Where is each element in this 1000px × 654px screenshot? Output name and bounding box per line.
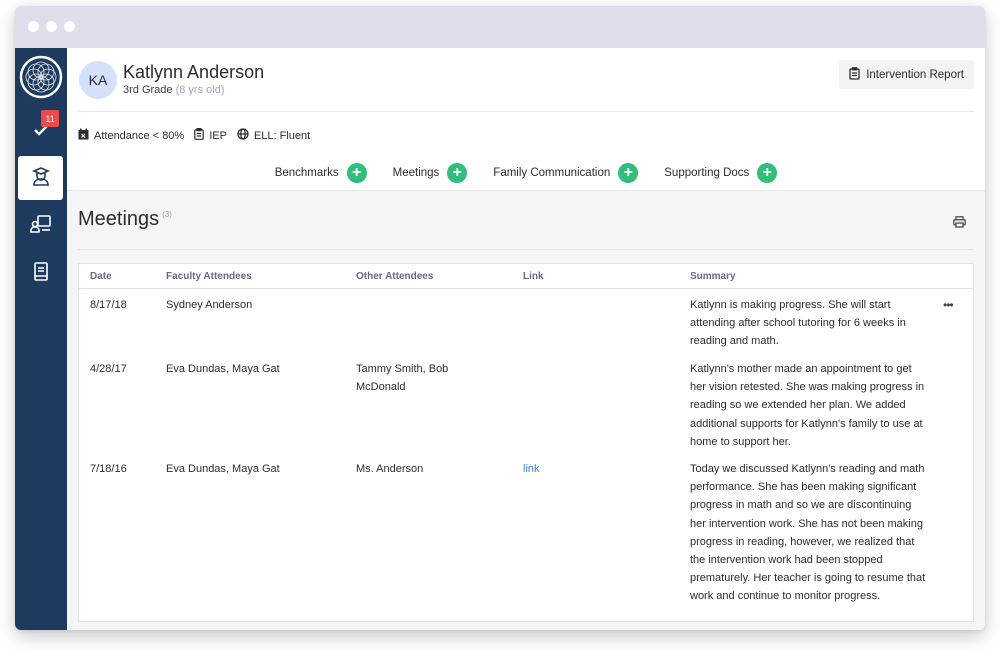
tab-meetings[interactable]: Meetings + (393, 163, 468, 183)
calendar-x-icon (78, 128, 89, 143)
meetings-section: Meetings (3) Date Faculty Attendees Other… (78, 191, 974, 630)
column-header-link[interactable]: Link (523, 271, 544, 282)
add-family-communication-button[interactable]: + (618, 163, 639, 183)
tab-supporting-docs[interactable]: Supporting Docs + (664, 163, 778, 183)
column-header-other[interactable]: Other Attendees (356, 271, 476, 282)
tag-attendance: Attendance < 80% (78, 128, 184, 143)
tab-label: Meetings (392, 167, 440, 179)
window-dot[interactable] (46, 21, 57, 32)
window-dot[interactable] (64, 21, 75, 32)
grade-label: 3rd Grade (123, 84, 173, 96)
cell-link[interactable]: link (523, 460, 540, 478)
window-dot[interactable] (28, 21, 39, 32)
tab-label: Supporting Docs (664, 167, 750, 179)
presenter-board-icon (29, 214, 52, 239)
mandala-logo-icon[interactable] (19, 55, 63, 99)
cell-other: Tammy Smith, Bob McDonald (356, 363, 449, 394)
tab-family-communication[interactable]: Family Communication + (493, 163, 639, 183)
avatar: KA (79, 61, 117, 99)
section-tabs: Benchmarks + Meetings + Family Communica… (67, 156, 985, 191)
clipboard-icon (849, 66, 860, 83)
cell-faculty: Sydney Anderson (166, 299, 253, 311)
print-icon[interactable] (953, 215, 966, 233)
section-count: (3) (162, 210, 172, 220)
more-options-icon[interactable]: ••• (943, 298, 954, 312)
window-titlebar (15, 6, 985, 48)
add-meeting-button[interactable]: + (447, 163, 468, 183)
divider (78, 249, 974, 250)
tag-label: IEP (209, 129, 227, 142)
intervention-report-label: Intervention Report (866, 68, 964, 81)
sidebar-item-students[interactable] (18, 156, 68, 200)
tag-ell: ELL: Fluent (237, 128, 310, 143)
cell-summary: Katlynn is making progress. She will sta… (690, 299, 906, 348)
student-name: Katlynn Anderson (123, 62, 265, 82)
book-icon (33, 261, 49, 287)
sidebar-item-resources[interactable] (18, 252, 63, 296)
app-window: 11 KA Katlynn Anderson 3rd Grade (8 yrs … (15, 6, 985, 630)
meetings-table: Date Faculty Attendees Other Attendees L… (78, 263, 974, 622)
graduate-icon (31, 166, 51, 191)
content-area: KA Katlynn Anderson 3rd Grade (8 yrs old… (67, 48, 985, 630)
section-title-text: Meetings (78, 208, 160, 230)
student-tags: Attendance < 80% IEP ELL: Fluent (78, 128, 310, 143)
cell-summary: Katlynn's mother made an appointment to … (690, 363, 925, 448)
table-header: Date Faculty Attendees Other Attendees L… (79, 264, 973, 289)
intervention-report-button[interactable]: Intervention Report (839, 60, 974, 89)
notification-badge: 11 (41, 110, 59, 127)
cell-date: 7/18/16 (90, 463, 127, 475)
student-header: KA Katlynn Anderson 3rd Grade (8 yrs old… (67, 48, 985, 191)
cell-date: 4/28/17 (90, 363, 127, 375)
tag-label: ELL: Fluent (253, 129, 311, 142)
section-title: Meetings (3) (78, 208, 172, 231)
cell-date: 8/17/18 (90, 299, 127, 311)
age-label: (8 yrs old) (175, 84, 225, 96)
student-grade: 3rd Grade (8 yrs old) (123, 84, 225, 96)
divider (78, 111, 974, 112)
sidebar-item-teaching[interactable] (18, 204, 63, 248)
tab-label: Benchmarks (274, 167, 339, 179)
column-header-summary[interactable]: Summary (690, 271, 926, 282)
tag-iep: IEP (194, 128, 227, 143)
sidebar: 11 (15, 48, 68, 630)
cell-faculty: Eva Dundas, Maya Gat (166, 363, 280, 375)
tab-benchmarks[interactable]: Benchmarks + (275, 163, 367, 183)
add-supporting-doc-button[interactable]: + (757, 163, 778, 183)
cell-summary: Today we discussed Katlynn's reading and… (690, 463, 926, 603)
column-header-faculty[interactable]: Faculty Attendees (166, 271, 252, 282)
cell-faculty: Eva Dundas, Maya Gat (166, 463, 280, 475)
column-header-date[interactable]: Date (90, 271, 112, 282)
clipboard-icon (194, 128, 205, 143)
tab-label: Family Communication (493, 167, 611, 179)
cell-other: Ms. Anderson (356, 463, 424, 475)
tag-label: Attendance < 80% (94, 129, 185, 142)
add-benchmark-button[interactable]: + (346, 163, 367, 183)
globe-icon (237, 128, 249, 143)
